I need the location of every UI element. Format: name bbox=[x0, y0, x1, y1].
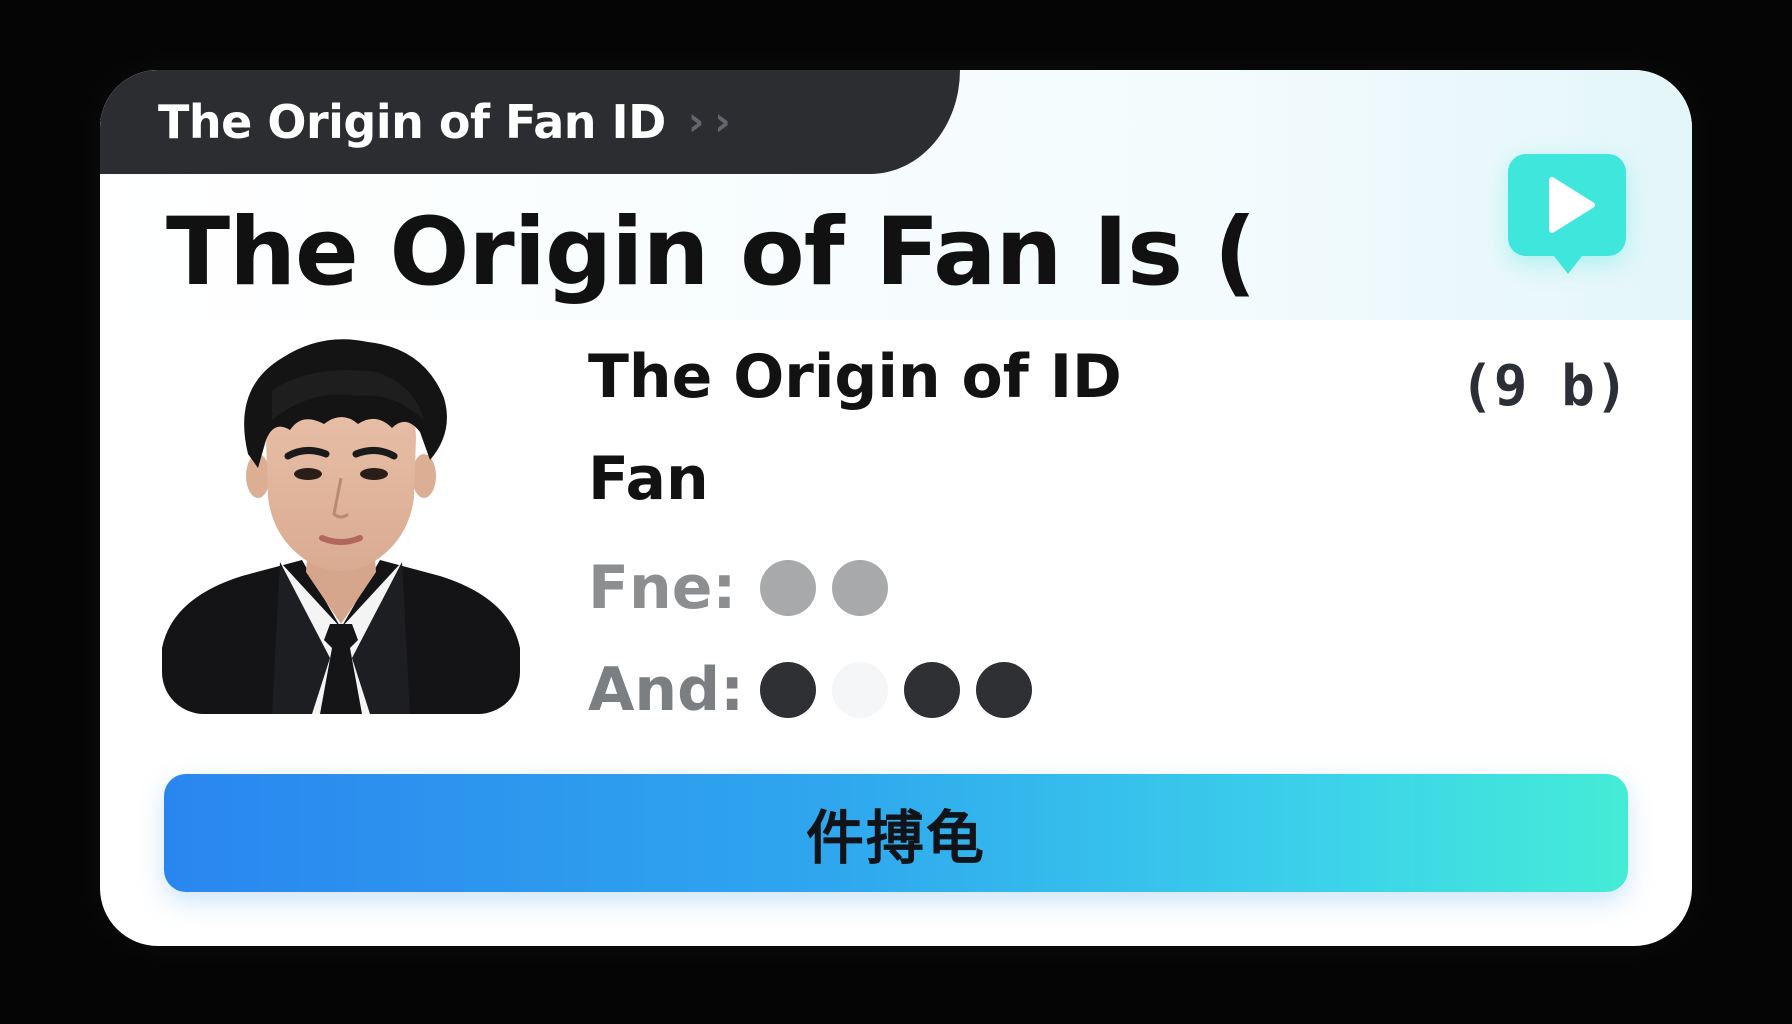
avatar bbox=[162, 328, 520, 714]
page-title: The Origin of Fan Is ( bbox=[166, 198, 1257, 307]
rating-label: And: bbox=[588, 655, 745, 725]
rating-dot bbox=[760, 560, 816, 616]
profile-meta: (9 b) bbox=[1460, 354, 1629, 419]
portrait-photo bbox=[162, 328, 520, 714]
breadcrumb[interactable]: The Origin of Fan ID › › bbox=[100, 70, 960, 174]
rating-dot bbox=[904, 662, 960, 718]
chevron-right-icon: › › bbox=[687, 99, 731, 145]
play-icon bbox=[1549, 177, 1595, 233]
rating-row-fne: Fne: bbox=[588, 548, 904, 628]
primary-action-button[interactable]: 件搏龟 bbox=[164, 774, 1628, 892]
profile-subtitle: Fan bbox=[588, 444, 709, 514]
rating-row-and: And: bbox=[588, 650, 1048, 730]
rating-dot bbox=[760, 662, 816, 718]
rating-label: Fne: bbox=[588, 553, 737, 623]
rating-dot bbox=[832, 662, 888, 718]
rating-dot bbox=[976, 662, 1032, 718]
play-button[interactable] bbox=[1508, 154, 1626, 274]
app-stage: The Origin of Fan ID › › The Origin of F… bbox=[0, 0, 1792, 1024]
breadcrumb-label[interactable]: The Origin of Fan ID bbox=[158, 95, 666, 149]
profile-title: The Origin of ID bbox=[588, 342, 1122, 412]
profile-card: The Origin of Fan ID › › The Origin of F… bbox=[100, 70, 1692, 946]
rating-dot bbox=[832, 560, 888, 616]
